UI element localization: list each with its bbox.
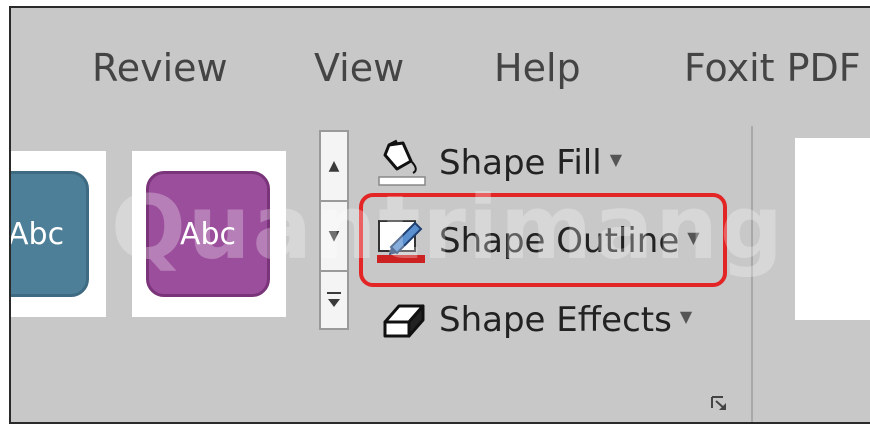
shape-effects-label: Shape Effects <box>439 300 672 340</box>
chevron-down-icon: ▼ <box>609 149 623 169</box>
tab-foxit-pdf[interactable]: Foxit PDF <box>684 46 861 90</box>
shape-outline-button[interactable]: Shape Outline ▼ <box>375 212 700 270</box>
shape-fill-button[interactable]: Shape Fill ▼ <box>375 134 622 192</box>
dialog-launcher-button[interactable] <box>711 396 729 412</box>
paint-bucket-icon <box>375 139 431 187</box>
tab-help[interactable]: Help <box>494 46 581 90</box>
triangle-up-icon: ▲ <box>328 158 340 174</box>
gallery-scroll-down-button[interactable]: ▼ <box>319 200 349 272</box>
tab-review[interactable]: Review <box>92 46 228 90</box>
shape-style-label: Abc <box>179 216 237 252</box>
triangle-down-icon: ▼ <box>328 228 340 244</box>
shape-style-thumbnail[interactable]: Abc <box>132 151 286 317</box>
shape-style-preview: Abc <box>146 171 270 297</box>
shape-style-thumbnail[interactable]: Abc <box>11 151 106 317</box>
ribbon: Review View Help Foxit PDF Abc Abc ▲ ▼ S… <box>9 6 870 424</box>
shape-effects-button[interactable]: Shape Effects ▼ <box>375 291 692 349</box>
chevron-down-icon: ▼ <box>679 306 693 326</box>
gallery-more-button[interactable] <box>319 270 349 330</box>
shape-effects-icon <box>375 296 431 344</box>
chevron-down-icon: ▼ <box>687 227 700 247</box>
shape-style-label: Abc <box>9 216 65 252</box>
pen-outline-icon <box>375 217 431 265</box>
dialog-launcher-icon <box>711 396 726 410</box>
group-separator <box>751 126 753 422</box>
tab-view[interactable]: View <box>314 46 404 90</box>
shape-fill-label: Shape Fill <box>439 143 602 183</box>
wordart-style-preview[interactable] <box>795 138 870 320</box>
expand-gallery-icon <box>327 292 341 307</box>
gallery-scroll-up-button[interactable]: ▲ <box>319 130 349 202</box>
shape-outline-label: Shape Outline <box>439 221 680 261</box>
shape-style-preview: Abc <box>9 171 89 297</box>
